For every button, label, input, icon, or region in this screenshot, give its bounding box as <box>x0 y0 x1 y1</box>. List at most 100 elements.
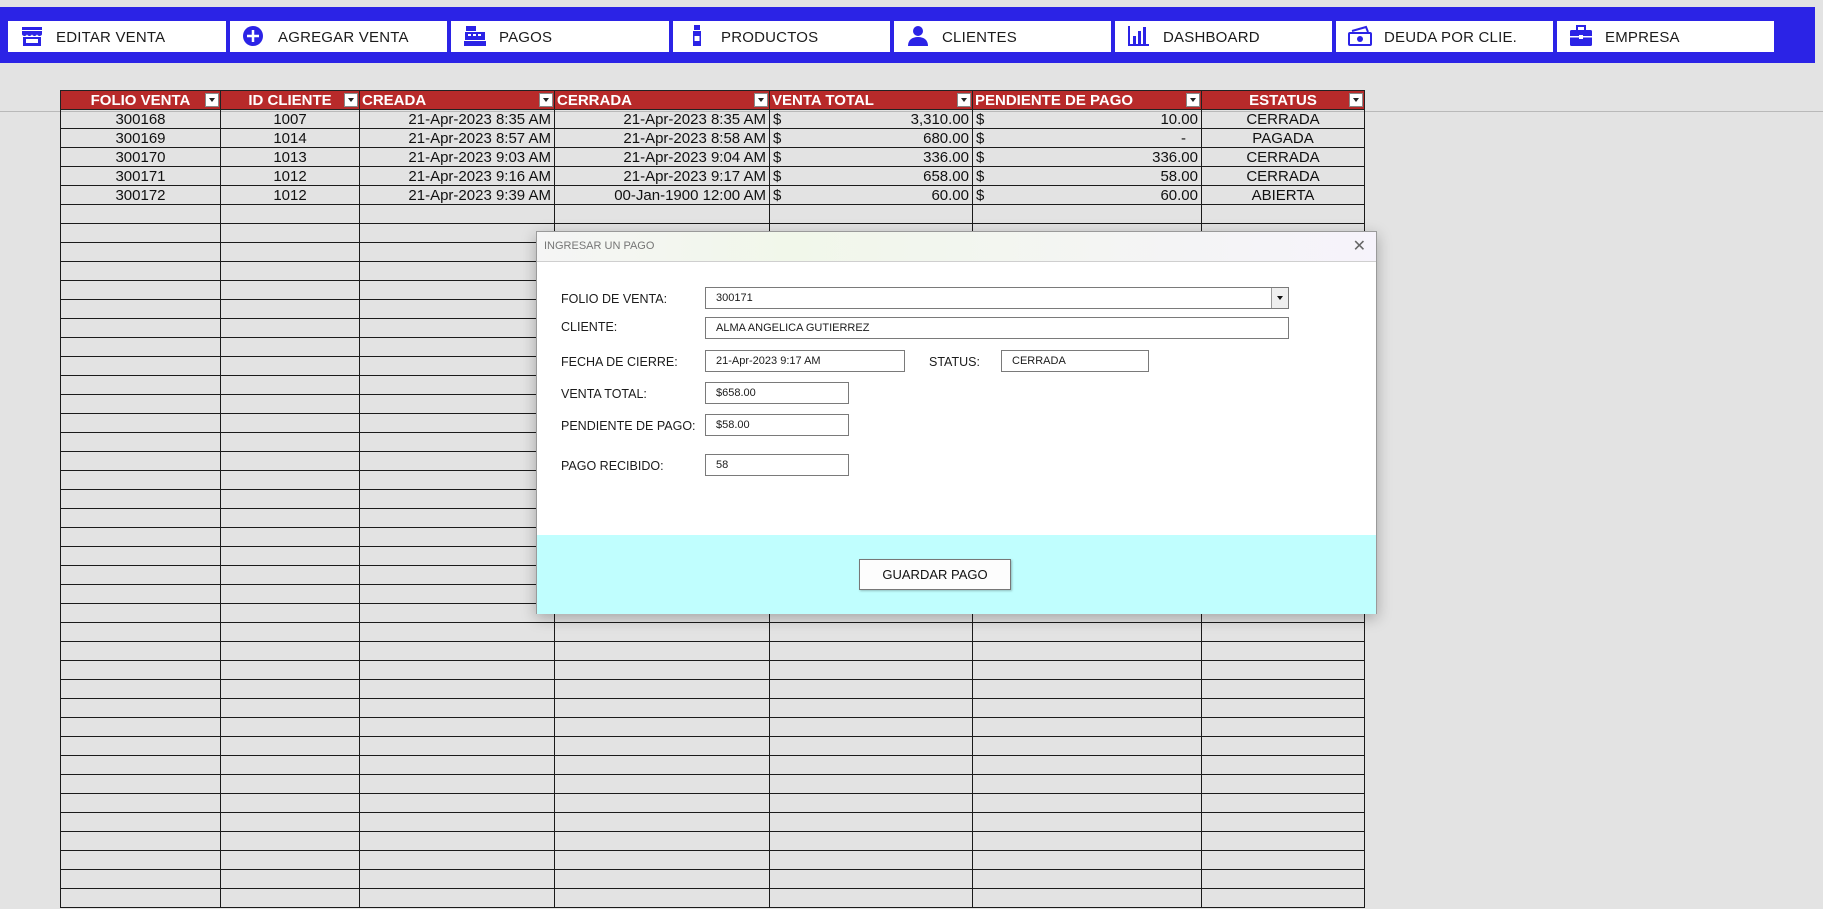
cell-venta-total[interactable]: $336.00 <box>769 147 973 167</box>
empty-cell[interactable] <box>60 679 221 699</box>
cell-estatus[interactable]: CERRADA <box>1201 166 1365 186</box>
empty-cell[interactable] <box>60 584 221 604</box>
empty-cell[interactable] <box>1201 831 1365 851</box>
empty-cell[interactable] <box>359 356 555 376</box>
empty-cell[interactable] <box>972 869 1202 889</box>
empty-cell[interactable] <box>359 869 555 889</box>
empty-cell[interactable] <box>554 204 770 224</box>
empty-cell[interactable] <box>359 375 555 395</box>
empty-cell[interactable] <box>769 204 973 224</box>
empty-cell[interactable] <box>359 508 555 528</box>
empty-cell[interactable] <box>769 698 973 718</box>
empty-cell[interactable] <box>972 774 1202 794</box>
empty-cell[interactable] <box>60 660 221 680</box>
status-field[interactable]: CERRADA <box>1001 350 1149 372</box>
nav-productos-button[interactable]: PRODUCTOS <box>673 21 890 52</box>
empty-cell[interactable] <box>359 736 555 756</box>
empty-cell[interactable] <box>554 774 770 794</box>
filter-dropdown-icon[interactable] <box>754 93 768 107</box>
empty-cell[interactable] <box>972 204 1202 224</box>
close-icon[interactable]: ✕ <box>1353 236 1366 256</box>
empty-cell[interactable] <box>220 679 360 699</box>
empty-cell[interactable] <box>220 375 360 395</box>
empty-cell[interactable] <box>60 413 221 433</box>
empty-cell[interactable] <box>769 888 973 908</box>
empty-cell[interactable] <box>769 660 973 680</box>
guardar-pago-button[interactable]: GUARDAR PAGO <box>859 559 1011 590</box>
empty-cell[interactable] <box>60 755 221 775</box>
empty-cell[interactable] <box>359 831 555 851</box>
empty-cell[interactable] <box>1201 660 1365 680</box>
nav-agregar-venta-button[interactable]: AGREGAR VENTA <box>230 21 447 52</box>
empty-cell[interactable] <box>220 736 360 756</box>
empty-cell[interactable] <box>220 413 360 433</box>
empty-cell[interactable] <box>220 774 360 794</box>
empty-cell[interactable] <box>60 470 221 490</box>
cell-folio[interactable]: 300171 <box>60 166 221 186</box>
empty-cell[interactable] <box>769 831 973 851</box>
empty-cell[interactable] <box>359 850 555 870</box>
empty-cell[interactable] <box>359 280 555 300</box>
empty-cell[interactable] <box>972 622 1202 642</box>
empty-cell[interactable] <box>972 888 1202 908</box>
empty-cell[interactable] <box>220 565 360 585</box>
cell-cerrada[interactable]: 21-Apr-2023 9:04 AM <box>554 147 770 167</box>
empty-cell[interactable] <box>359 793 555 813</box>
empty-cell[interactable] <box>60 375 221 395</box>
empty-cell[interactable] <box>359 622 555 642</box>
empty-cell[interactable] <box>220 622 360 642</box>
cell-cerrada[interactable]: 21-Apr-2023 8:35 AM <box>554 109 770 129</box>
nav-pagos-button[interactable]: PAGOS <box>451 21 669 52</box>
empty-cell[interactable] <box>972 831 1202 851</box>
empty-cell[interactable] <box>769 755 973 775</box>
empty-cell[interactable] <box>972 679 1202 699</box>
empty-cell[interactable] <box>220 299 360 319</box>
chevron-down-icon[interactable] <box>1271 288 1288 308</box>
empty-cell[interactable] <box>554 793 770 813</box>
empty-cell[interactable] <box>1201 755 1365 775</box>
cliente-field[interactable]: ALMA ANGELICA GUTIERREZ <box>705 317 1289 339</box>
empty-cell[interactable] <box>554 812 770 832</box>
empty-cell[interactable] <box>1201 717 1365 737</box>
empty-cell[interactable] <box>60 698 221 718</box>
folio-combobox[interactable]: 300171 <box>705 287 1289 309</box>
empty-cell[interactable] <box>359 204 555 224</box>
cell-id-cliente[interactable]: 1012 <box>220 185 360 205</box>
cell-folio[interactable]: 300172 <box>60 185 221 205</box>
empty-cell[interactable] <box>220 793 360 813</box>
empty-cell[interactable] <box>60 527 221 547</box>
cell-venta-total[interactable]: $60.00 <box>769 185 973 205</box>
empty-cell[interactable] <box>60 831 221 851</box>
nav-clientes-button[interactable]: CLIENTES <box>894 21 1111 52</box>
cell-creada[interactable]: 21-Apr-2023 8:57 AM <box>359 128 555 148</box>
empty-cell[interactable] <box>769 869 973 889</box>
pendiente-field[interactable]: $58.00 <box>705 414 849 436</box>
nav-editar-venta-button[interactable]: EDITAR VENTA <box>8 21 226 52</box>
empty-cell[interactable] <box>220 508 360 528</box>
cell-pendiente[interactable]: $ - <box>972 128 1202 148</box>
empty-cell[interactable] <box>60 736 221 756</box>
empty-cell[interactable] <box>60 812 221 832</box>
empty-cell[interactable] <box>60 717 221 737</box>
cell-pendiente[interactable]: $60.00 <box>972 185 1202 205</box>
empty-cell[interactable] <box>359 679 555 699</box>
empty-cell[interactable] <box>1201 774 1365 794</box>
empty-cell[interactable] <box>769 736 973 756</box>
pago-recibido-input[interactable]: 58 <box>705 454 849 476</box>
empty-cell[interactable] <box>359 527 555 547</box>
empty-cell[interactable] <box>769 679 973 699</box>
empty-cell[interactable] <box>220 755 360 775</box>
empty-cell[interactable] <box>60 793 221 813</box>
empty-cell[interactable] <box>359 337 555 357</box>
empty-cell[interactable] <box>769 850 973 870</box>
empty-cell[interactable] <box>359 565 555 585</box>
empty-cell[interactable] <box>60 356 221 376</box>
empty-cell[interactable] <box>220 850 360 870</box>
empty-cell[interactable] <box>554 679 770 699</box>
empty-cell[interactable] <box>769 622 973 642</box>
empty-cell[interactable] <box>220 204 360 224</box>
empty-cell[interactable] <box>220 812 360 832</box>
empty-cell[interactable] <box>972 850 1202 870</box>
fecha-cierre-field[interactable]: 21-Apr-2023 9:17 AM <box>705 350 905 372</box>
empty-cell[interactable] <box>220 641 360 661</box>
